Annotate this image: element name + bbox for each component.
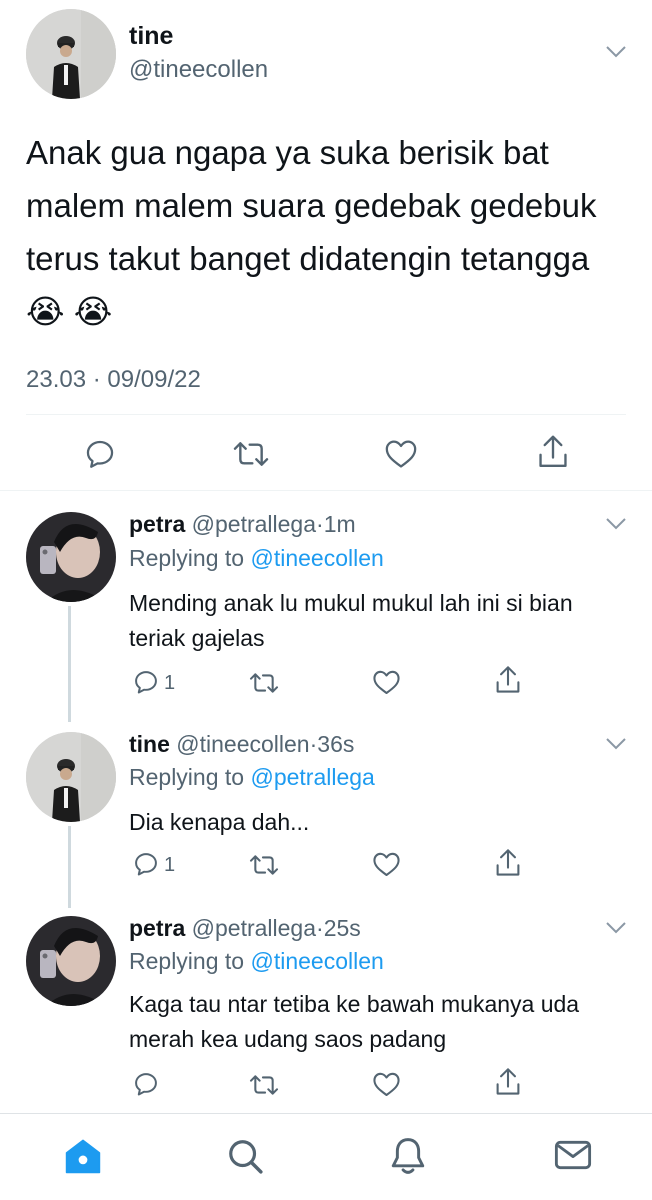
tweet-timestamp: 23.03 · 09/09/22 <box>26 366 201 394</box>
share-icon[interactable] <box>494 665 522 695</box>
avatar-photo-tine <box>26 9 116 99</box>
retweet-icon[interactable] <box>248 852 280 878</box>
tweet-text: Anak gua ngapa ya suka berisik bat malem… <box>26 134 597 330</box>
replying-to-label: Replying to <box>129 545 245 571</box>
header-separator: · <box>316 511 324 537</box>
reply-time: 25s <box>323 915 361 941</box>
replying-to-link[interactable]: @tineecollen <box>250 948 383 974</box>
author-handle[interactable]: @tineecollen <box>129 56 268 84</box>
chevron-down-icon[interactable] <box>604 920 628 936</box>
avatar-photo-petra <box>26 916 116 1006</box>
tab-bar <box>0 1113 652 1200</box>
reply-header: petra @petrallega·1m <box>129 511 356 538</box>
author-name[interactable]: petra <box>129 511 185 537</box>
avatar[interactable] <box>26 9 116 99</box>
reply-header: tine @tineecollen·36s <box>129 731 354 758</box>
reply-time: 36s <box>317 731 355 757</box>
replying-to: Replying to @tineecollen <box>129 545 384 572</box>
replying-to-link[interactable]: @petrallega <box>250 764 374 790</box>
retweet-icon[interactable] <box>248 670 280 696</box>
reply-icon[interactable] <box>132 850 160 878</box>
timestamp-separator: · <box>92 366 101 393</box>
replying-to-link[interactable]: @tineecollen <box>250 545 383 571</box>
avatar-photo-petra <box>26 512 116 602</box>
retweet-icon[interactable] <box>232 438 270 470</box>
avatar[interactable] <box>26 732 116 822</box>
share-icon[interactable] <box>536 434 570 470</box>
reply-count: 1 <box>164 854 176 876</box>
reply-text: Dia kenapa dah... <box>129 809 310 835</box>
replying-to: Replying to @tineecollen <box>129 948 384 975</box>
replying-to-label: Replying to <box>129 948 245 974</box>
replying-to: Replying to @petrallega <box>129 764 375 791</box>
search-icon[interactable] <box>226 1137 264 1175</box>
home-icon[interactable] <box>64 1138 102 1174</box>
chevron-down-icon[interactable] <box>604 44 628 60</box>
reply-text: Kaga tau ntar tetiba ke bawah mukanya ud… <box>129 991 580 1052</box>
like-icon[interactable] <box>372 1070 401 1097</box>
tweet-date: 09/09/22 <box>107 366 201 393</box>
reply-header: petra @petrallega·25s <box>129 915 361 942</box>
retweet-icon[interactable] <box>248 1072 280 1098</box>
header-separator: · <box>316 915 324 941</box>
reply-time: 1m <box>323 511 356 537</box>
tweet-time: 23.03 <box>26 366 87 393</box>
avatar-photo-tine <box>26 732 116 822</box>
like-icon[interactable] <box>372 850 401 877</box>
like-icon[interactable] <box>372 668 401 695</box>
thread-line <box>68 606 71 722</box>
chevron-down-icon[interactable] <box>604 516 628 532</box>
avatar[interactable] <box>26 512 116 602</box>
reply-icon[interactable] <box>83 437 117 471</box>
divider <box>26 414 626 415</box>
author-name[interactable]: tine <box>129 22 173 51</box>
author-handle[interactable]: @petrallega <box>192 915 316 941</box>
like-icon[interactable] <box>384 437 418 469</box>
avatar[interactable] <box>26 916 116 1006</box>
share-icon[interactable] <box>494 848 522 878</box>
reply-text: Mending anak lu mukul mukul lah ini si b… <box>129 590 573 651</box>
thread-line <box>68 826 71 908</box>
author-name[interactable]: petra <box>129 915 185 941</box>
messages-icon[interactable] <box>554 1138 592 1172</box>
reply-count: 1 <box>164 672 176 694</box>
share-icon[interactable] <box>494 1067 522 1097</box>
reply-icon[interactable] <box>132 1070 160 1098</box>
author-name[interactable]: tine <box>129 731 170 757</box>
author-handle[interactable]: @tineecollen <box>176 731 309 757</box>
divider <box>0 490 652 491</box>
author-handle[interactable]: @petrallega <box>192 511 316 537</box>
reply-icon[interactable] <box>132 668 160 696</box>
replying-to-label: Replying to <box>129 764 245 790</box>
chevron-down-icon[interactable] <box>604 736 628 752</box>
notifications-icon[interactable] <box>390 1136 426 1176</box>
